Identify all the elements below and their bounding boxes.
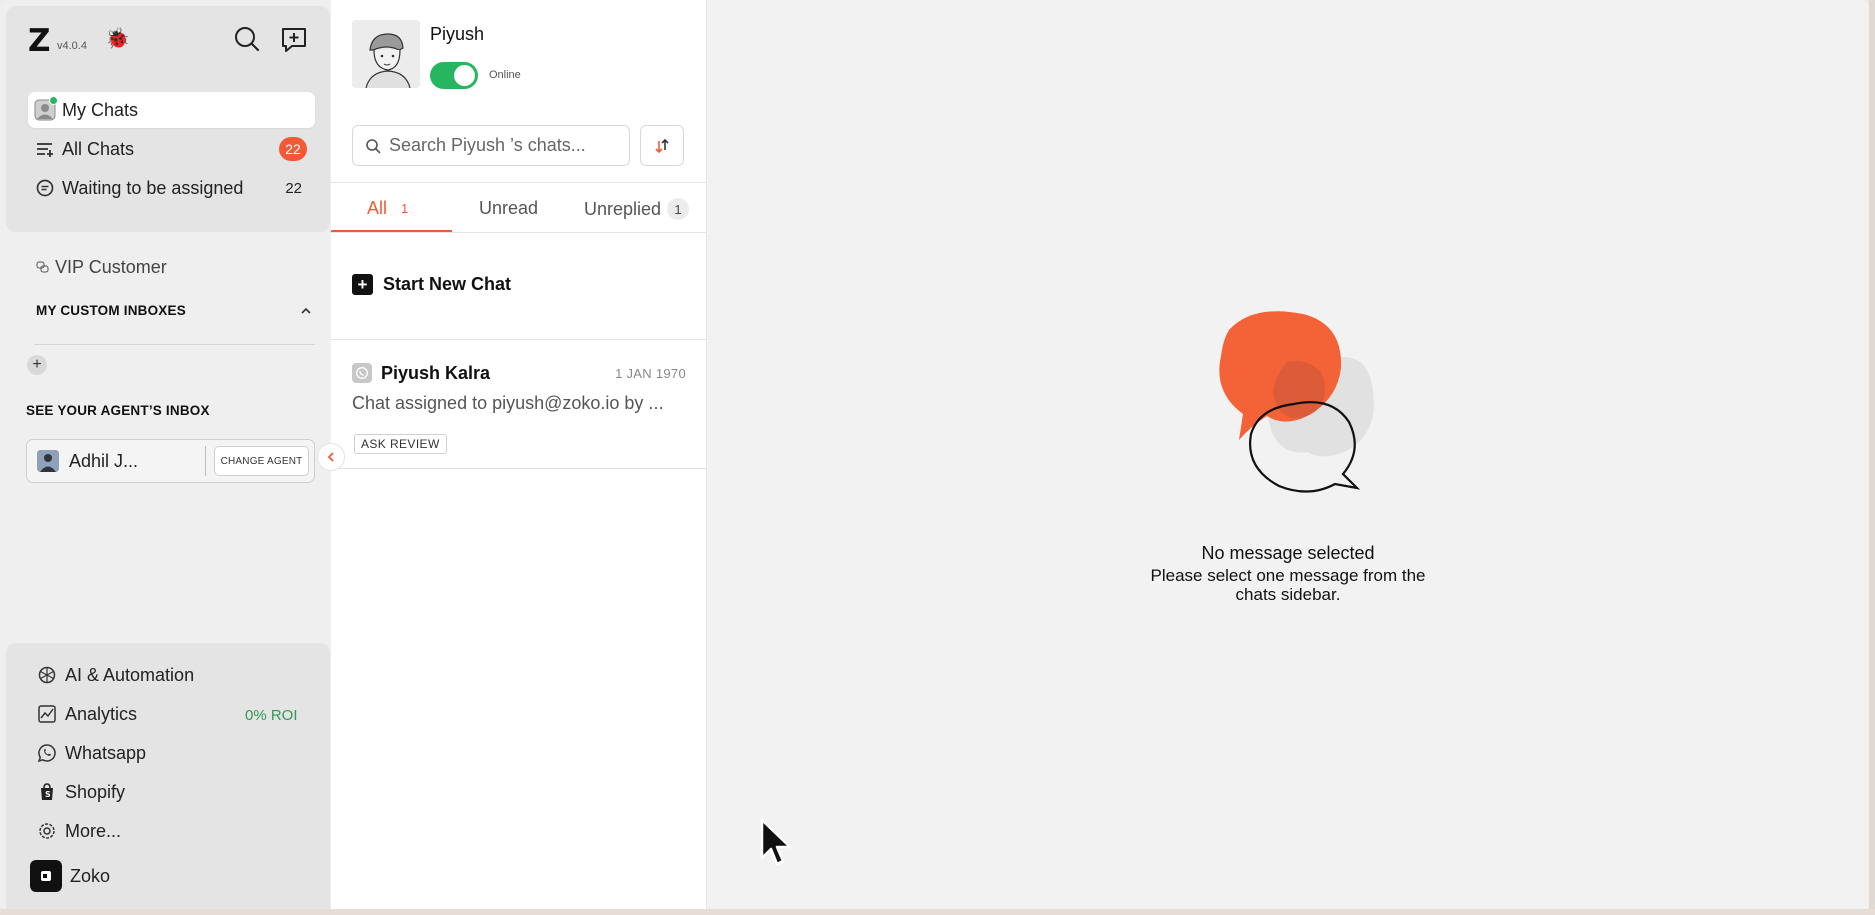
- divider: [34, 344, 315, 345]
- collapse-sidebar-button[interactable]: [317, 443, 345, 471]
- sort-button[interactable]: [640, 125, 684, 166]
- roi-indicator: 0% ROI: [245, 707, 298, 724]
- user-avatar-icon: [34, 96, 58, 121]
- sidebar: Z v4.0.4 🐞 My Chats All Chats 22 Waiting…: [0, 0, 331, 913]
- start-new-chat-label: Start New Chat: [383, 274, 512, 294]
- all-chats-count-badge: 22: [279, 137, 307, 161]
- agent-divider: [205, 446, 206, 476]
- empty-state-line-2: chats sidebar.: [1235, 585, 1341, 604]
- whatsapp-icon: [36, 742, 58, 764]
- change-agent-button[interactable]: CHANGE AGENT: [214, 446, 309, 476]
- empty-state-title: No message selected: [1201, 543, 1375, 563]
- nav-ai-automation[interactable]: AI & Automation: [36, 664, 194, 686]
- message-preview: Chat assigned to piyush@zoko.io by ...: [352, 393, 664, 413]
- logo-row: Z v4.0.4 🐞: [22, 20, 322, 60]
- tab-label: All: [367, 198, 388, 218]
- ai-automation-icon: [36, 664, 58, 686]
- nav-more[interactable]: More...: [36, 820, 121, 842]
- nav-shopify[interactable]: S Shopify: [36, 781, 125, 803]
- nav-label: Shopify: [65, 781, 126, 802]
- list-filter-icon: [34, 138, 56, 160]
- window-edge: [0, 909, 1875, 915]
- window-edge: [1869, 0, 1875, 915]
- chat-search-field[interactable]: [352, 125, 630, 166]
- divider: [331, 182, 707, 183]
- vip-label: VIP Customer: [55, 257, 167, 277]
- chat-bubble-icon: [34, 177, 56, 199]
- nav-label: Whatsapp: [65, 742, 147, 763]
- zoko-workspace-icon: [30, 860, 62, 892]
- tab-count: 1: [667, 198, 690, 220]
- online-dot: [49, 96, 58, 105]
- search-input[interactable]: [389, 135, 609, 156]
- divider: [331, 468, 707, 469]
- search-icon: [365, 138, 381, 154]
- tab-count: 1: [401, 201, 409, 216]
- tab-label: Unread: [479, 198, 539, 218]
- custom-inboxes-heading: MY CUSTOM INBOXES: [36, 303, 186, 318]
- app-version: v4.0.4: [57, 40, 87, 52]
- nav-label: More...: [65, 820, 122, 841]
- chevron-up-icon[interactable]: [300, 304, 312, 322]
- analytics-chart-icon: [36, 703, 58, 725]
- nav-my-chats[interactable]: My Chats: [28, 92, 315, 128]
- gear-icon: [36, 820, 58, 842]
- tab-unread[interactable]: Unread: [479, 198, 538, 219]
- profile-avatar[interactable]: [352, 20, 420, 88]
- workspace-switcher[interactable]: Zoko: [30, 857, 310, 895]
- chat-date: 1 JAN 1970: [615, 366, 686, 381]
- vip-customer-inbox[interactable]: VIP Customer: [36, 257, 167, 278]
- bug-report-icon[interactable]: 🐞: [105, 26, 130, 51]
- svg-text:S: S: [45, 790, 51, 799]
- profile-name: Piyush: [430, 24, 485, 44]
- empty-state-subtitle: Please select one message from the chats…: [707, 566, 1869, 604]
- tab-unreplied[interactable]: Unreplied 1: [584, 198, 690, 220]
- nav-label: My Chats: [62, 99, 139, 120]
- chat-tag[interactable]: ASK REVIEW: [354, 434, 447, 454]
- chevron-left-icon: [325, 451, 337, 463]
- whatsapp-icon: [352, 363, 372, 383]
- nav-label: All Chats: [62, 138, 135, 159]
- zoko-logo[interactable]: Z: [28, 23, 51, 59]
- empty-chat-illustration: [1177, 300, 1407, 525]
- nav-whatsapp[interactable]: Whatsapp: [36, 742, 146, 764]
- tab-label: Unreplied: [584, 198, 662, 219]
- agent-inbox-heading: SEE YOUR AGENT’S INBOX: [26, 403, 210, 418]
- tab-all[interactable]: All 1: [367, 198, 408, 219]
- divider: [331, 232, 707, 233]
- agent-name: Adhil J...: [69, 450, 139, 471]
- waiting-count: 22: [285, 179, 302, 197]
- nav-waiting-to-be-assigned[interactable]: Waiting to be assigned 22: [28, 170, 315, 206]
- chat-bubbles-icon: [36, 261, 49, 274]
- plus-icon: +: [352, 274, 373, 295]
- nav-all-chats[interactable]: All Chats 22: [28, 131, 315, 167]
- nav-label: Waiting to be assigned: [62, 177, 244, 198]
- search-icon[interactable]: [232, 24, 262, 54]
- new-message-icon[interactable]: [279, 24, 309, 54]
- shopify-bag-icon: S: [36, 781, 58, 803]
- nav-analytics[interactable]: Analytics: [36, 703, 137, 725]
- workspace-name: Zoko: [70, 865, 111, 886]
- online-toggle[interactable]: [430, 62, 478, 89]
- empty-state-line-1: Please select one message from the: [1150, 566, 1426, 585]
- contact-name: Piyush Kalra: [381, 363, 491, 383]
- start-new-chat-button[interactable]: + Start New Chat: [352, 274, 511, 295]
- add-inbox-button[interactable]: +: [27, 355, 47, 375]
- mouse-cursor-icon: [759, 818, 795, 872]
- agent-selector: Adhil J... CHANGE AGENT: [26, 439, 315, 483]
- chat-list-panel: Piyush Online All 1 Unread Unreplied 1: [331, 0, 707, 913]
- app-window: Z v4.0.4 🐞 My Chats All Chats 22 Waiting…: [0, 0, 1869, 913]
- agent-avatar: [37, 450, 59, 472]
- online-status-label: Online: [489, 69, 521, 81]
- sort-arrows-icon: [654, 137, 670, 155]
- conversation-panel: No message selected Please select one me…: [707, 0, 1869, 913]
- nav-label: AI & Automation: [65, 664, 195, 685]
- nav-label: Analytics: [65, 703, 138, 724]
- list-item[interactable]: Piyush Kalra 1 JAN 1970 Chat assigned to…: [331, 340, 707, 468]
